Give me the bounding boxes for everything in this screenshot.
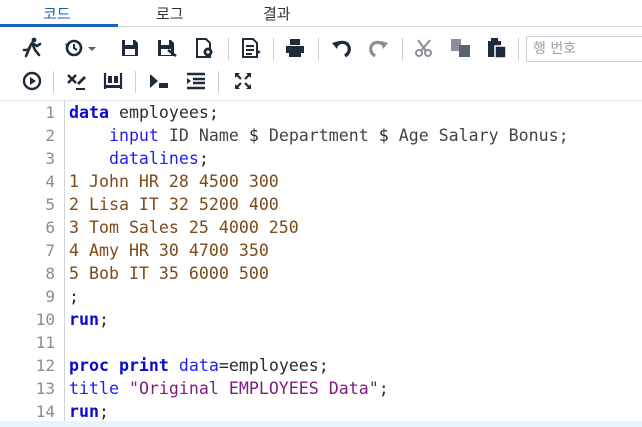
code-token: data <box>69 103 109 122</box>
editor-toolbar-secondary <box>0 68 642 96</box>
line-number-gutter: 1 2 3 4 5 6 7 8 9 10 11 12 13 14 <box>0 101 64 427</box>
next-icon[interactable] <box>148 72 170 90</box>
line-number-input[interactable] <box>526 36 642 62</box>
line-number: 2 <box>45 126 55 145</box>
code-token: 2 Lisa IT 32 5200 400 <box>69 195 279 214</box>
toolbar-separator <box>402 38 403 60</box>
code-token: data <box>178 356 219 375</box>
code-token: Age Salary Bonus; <box>388 126 569 145</box>
code-token: 5 Bob IT 35 6000 500 <box>69 264 269 283</box>
line-number: 14 <box>35 402 55 421</box>
paste-icon[interactable] <box>486 37 508 59</box>
code-token: employees; <box>108 103 219 122</box>
print-icon[interactable] <box>285 38 305 58</box>
active-tab-indicator <box>0 24 118 27</box>
save-as-icon[interactable] <box>156 38 178 58</box>
line-number: 9 <box>45 287 55 306</box>
code-line[interactable]: input ID Name $ Department $ Age Salary … <box>69 124 569 147</box>
code-token: proc print <box>69 356 169 375</box>
line-number: 12 <box>35 356 55 375</box>
submit-icon[interactable] <box>22 71 42 91</box>
code-token: run <box>69 310 99 329</box>
code-token: ; <box>198 149 209 168</box>
editor-toolbar <box>0 34 642 64</box>
code-line[interactable]: datalines; <box>69 147 209 170</box>
line-number: 8 <box>45 264 55 283</box>
tab-log[interactable]: 로그 <box>156 3 184 24</box>
code-line[interactable]: proc print data=employees; <box>69 354 329 377</box>
code-token: =employees; <box>218 356 329 375</box>
code-line[interactable]: 1 John HR 28 4500 300 <box>69 170 279 193</box>
current-line-highlight <box>0 421 642 427</box>
indent-icon[interactable] <box>185 71 207 91</box>
line-number: 5 <box>45 195 55 214</box>
code-line[interactable]: run; <box>69 400 109 423</box>
code-token: title <box>69 379 119 398</box>
toolbar-separator <box>318 38 319 60</box>
code-token: run <box>69 402 99 421</box>
code-line[interactable]: run; <box>69 308 109 331</box>
code-token: 3 Tom Sales 25 4000 250 <box>69 218 299 237</box>
code-token: ID Name <box>158 126 249 145</box>
code-token: datalines <box>69 149 199 168</box>
line-number: 7 <box>45 241 55 260</box>
export-icon[interactable] <box>240 38 262 58</box>
toolbar-separator <box>273 38 274 60</box>
save-icon[interactable] <box>120 38 140 58</box>
run-icon[interactable] <box>22 37 42 59</box>
code-editor[interactable]: 1 2 3 4 5 6 7 8 9 10 11 12 13 14 data employees; inpu… <box>0 101 642 427</box>
code-token: $ <box>378 126 389 145</box>
line-number: 1 <box>45 103 55 122</box>
code-line[interactable]: 5 Bob IT 35 6000 500 <box>69 262 269 285</box>
toolbar-separator <box>53 71 54 93</box>
copy-icon[interactable] <box>450 38 472 58</box>
line-number: 6 <box>45 218 55 237</box>
code-token: 4 Amy HR 30 4700 350 <box>69 241 269 260</box>
code-line[interactable]: 3 Tom Sales 25 4000 250 <box>69 216 299 239</box>
undo-icon[interactable] <box>331 38 353 58</box>
clear-icon[interactable] <box>66 71 88 91</box>
toolbar-separator <box>518 38 519 60</box>
code-token: ; <box>98 402 109 421</box>
line-number: 3 <box>45 149 55 168</box>
gutter-border <box>64 101 65 427</box>
cut-icon[interactable] <box>414 38 434 58</box>
save-program-icon[interactable] <box>194 38 216 58</box>
tab-results[interactable]: 결과 <box>263 3 291 24</box>
code-token: "Original EMPLOYEES Data" <box>128 379 379 398</box>
code-line[interactable]: title "Original EMPLOYEES Data"; <box>69 377 389 400</box>
line-number: 4 <box>45 172 55 191</box>
format-icon[interactable] <box>102 71 124 91</box>
code-token: ; <box>69 287 79 306</box>
code-token: input <box>69 126 159 145</box>
code-token: 1 John HR 28 4500 300 <box>69 172 279 191</box>
code-line[interactable]: ; <box>69 285 79 308</box>
line-number: 11 <box>35 333 55 352</box>
line-number: 10 <box>35 310 55 329</box>
maximize-icon[interactable] <box>233 71 253 91</box>
toolbar-separator <box>135 71 136 93</box>
tab-code[interactable]: 코드 <box>43 3 71 24</box>
code-line[interactable]: 4 Amy HR 30 4700 350 <box>69 239 269 262</box>
toolbar-separator <box>218 71 219 93</box>
redo-icon[interactable] <box>367 38 389 58</box>
toolbar-separator <box>228 38 229 60</box>
code-line[interactable]: 2 Lisa IT 32 5200 400 <box>69 193 279 216</box>
code-token: ; <box>98 310 109 329</box>
code-token: Department <box>258 126 379 145</box>
editor-tabs: 코드 로그 결과 <box>0 0 642 27</box>
line-number: 13 <box>35 379 55 398</box>
history-icon[interactable] <box>64 38 98 58</box>
code-token: $ <box>248 126 259 145</box>
code-token: ; <box>378 379 389 398</box>
code-line[interactable]: data employees; <box>69 101 219 124</box>
